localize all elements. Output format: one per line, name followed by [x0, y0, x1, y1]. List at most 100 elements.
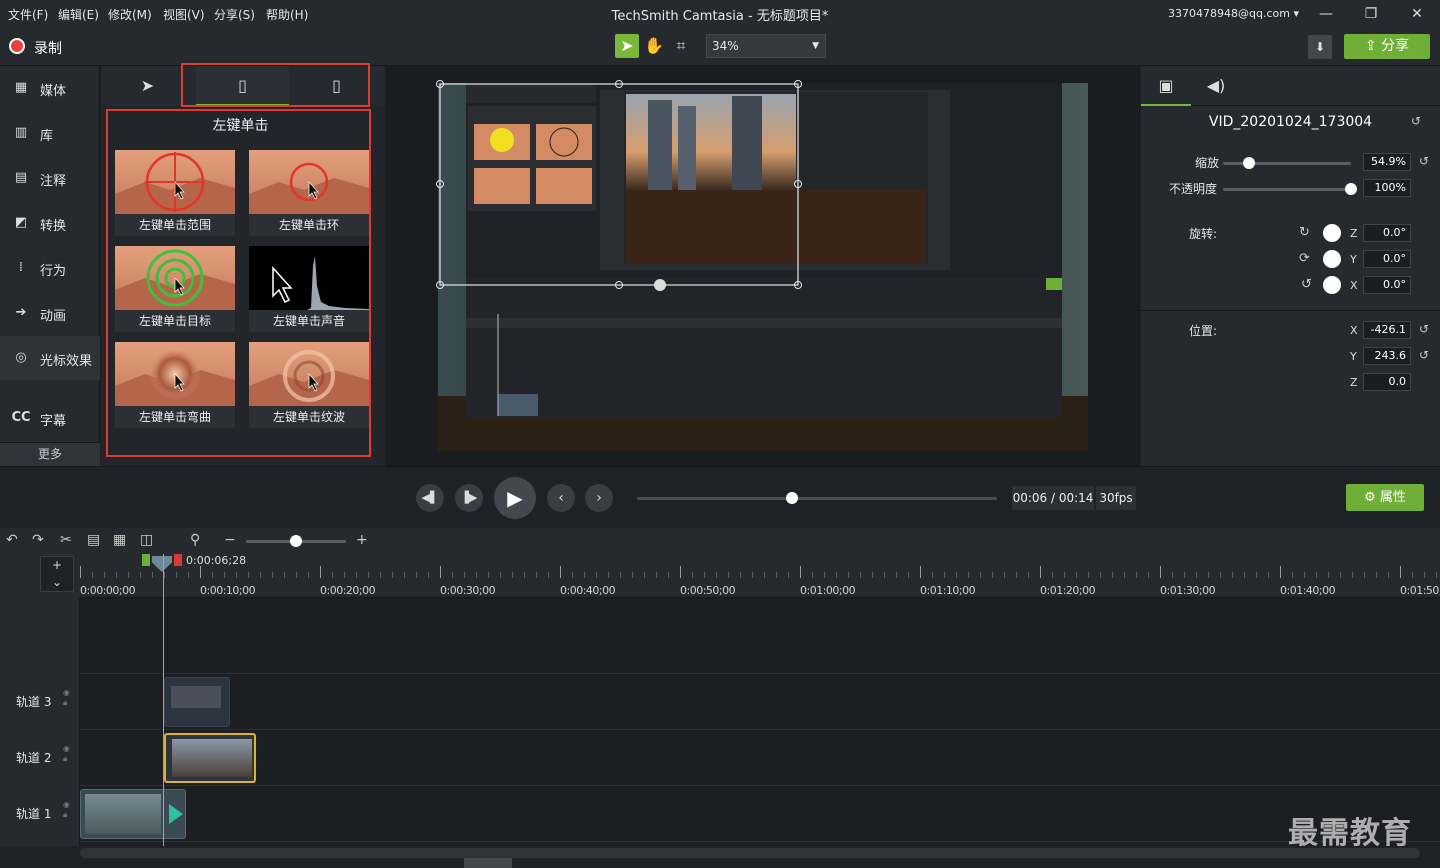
animation-icon: ➔ [15, 305, 27, 320]
sidebar-item-captions[interactable]: CC 字幕 [0, 396, 100, 440]
track-row-2[interactable] [80, 730, 1440, 786]
scrollbar-track[interactable] [80, 848, 1420, 858]
track-add-stepper[interactable]: + ⌄ [40, 556, 74, 592]
select-tool-button[interactable]: ➤ [615, 34, 639, 58]
sidebar-item-label: 转换 [40, 219, 67, 234]
opacity-input[interactable]: 100% [1363, 179, 1411, 197]
record-button[interactable]: 录制 [34, 38, 62, 58]
split-button[interactable]: ◫ [140, 532, 153, 548]
position-z-input[interactable]: 0.0 [1363, 373, 1411, 391]
effect-left-click-warp[interactable]: 左键单击弯曲 [115, 342, 235, 428]
reset-position-y-button[interactable]: ↺ [1419, 348, 1429, 362]
chevron-down-icon: ⌄ [51, 575, 63, 589]
rotate-x-knob[interactable] [1323, 276, 1341, 294]
effect-left-click-sound[interactable]: 左键单击声音 [249, 246, 369, 332]
reset-position-x-button[interactable]: ↺ [1419, 322, 1429, 336]
scrub-slider-knob[interactable] [785, 492, 798, 504]
position-x-input[interactable]: -426.1 [1363, 321, 1411, 339]
sidebar-item-label: 注释 [40, 174, 67, 189]
copy-button[interactable]: ▤ [87, 532, 100, 548]
close-button[interactable]: ✕ [1407, 4, 1427, 24]
sidebar-item-label: 库 [40, 129, 54, 144]
scale-input[interactable]: 54.9% [1363, 153, 1411, 171]
more-button[interactable]: 更多 [0, 442, 100, 466]
sidebar-item-cursor-effects[interactable]: ◎ 光标效果 [0, 336, 100, 380]
effect-left-click-ripple[interactable]: 左键单击纹波 [249, 342, 369, 428]
rotation-z-input[interactable]: 0.0° [1363, 224, 1411, 242]
effect-thumbnail [249, 246, 369, 310]
media-clip[interactable] [80, 789, 186, 839]
menu-edit[interactable]: 编辑(E) [58, 6, 99, 23]
share-button[interactable]: ⇪ 分享 [1344, 34, 1430, 59]
scale-slider-knob[interactable] [1242, 157, 1255, 169]
menu-file[interactable]: 文件(F) [8, 6, 48, 23]
paste-button[interactable]: ▦ [113, 532, 126, 548]
sidebar-item-library[interactable]: ▥ 库 [0, 111, 100, 155]
eye-icon[interactable]: ◉ 🔒︎ [63, 800, 70, 820]
scrollbar-thumb[interactable] [464, 858, 512, 868]
opacity-slider-track[interactable] [1223, 188, 1351, 191]
track-row-3[interactable] [80, 674, 1440, 730]
reset-scale-button[interactable]: ↺ [1419, 154, 1429, 168]
previous-marker-button[interactable]: ‹ [547, 484, 575, 512]
timeline-zoom-knob[interactable] [290, 535, 302, 547]
tab-visual-properties[interactable]: ▣ [1141, 66, 1191, 106]
zoom-in-button[interactable]: + [356, 532, 368, 548]
rotate-z-knob[interactable] [1323, 224, 1341, 242]
account-menu[interactable]: 3370478948@qq.com ▾ [1168, 7, 1299, 20]
timeline-scrollbar[interactable] [80, 846, 1440, 868]
rotation-y-input[interactable]: 0.0° [1363, 250, 1411, 268]
preview-canvas[interactable] [386, 66, 1140, 466]
effect-left-click-scope[interactable]: 左键单击范围 [115, 150, 235, 236]
step-back-button[interactable]: ◀▌ [416, 484, 444, 512]
track-row-empty[interactable] [80, 618, 1440, 674]
restore-button[interactable]: ❐ [1361, 4, 1381, 24]
step-back-icon: ◀▌ [421, 491, 439, 504]
menu-modify[interactable]: 修改(M) [108, 6, 152, 23]
rotate-y-knob[interactable] [1323, 250, 1341, 268]
play-button[interactable]: ▶ [494, 477, 536, 519]
export-button[interactable]: ⬇ [1308, 35, 1332, 59]
chevron-left-icon: ‹ [558, 490, 564, 506]
reset-all-button[interactable]: ↺ [1411, 114, 1421, 128]
cut-button[interactable]: ✂ [60, 532, 72, 548]
minimize-button[interactable]: — [1316, 4, 1336, 24]
crop-tool-button[interactable]: ⌗ [669, 34, 693, 58]
sidebar-item-behaviors[interactable]: ⁞ 行为 [0, 246, 100, 290]
menu-help[interactable]: 帮助(H) [266, 6, 308, 23]
track-row-1[interactable] [80, 786, 1440, 842]
timeline-ruler[interactable]: 0:00:00;00 0:00:10;00 0:00:20;00 0:00:30;00… [80, 554, 1440, 598]
sidebar-item-annotations[interactable]: ▤ 注释 [0, 156, 100, 200]
menu-view[interactable]: 视图(V) [163, 6, 205, 23]
effect-left-click-target[interactable]: 左键单击目标 [115, 246, 235, 332]
copy-icon: ▤ [87, 532, 101, 548]
sidebar-item-animations[interactable]: ➔ 动画 [0, 291, 100, 335]
step-forward-button[interactable]: ▐▶ [455, 484, 483, 512]
ruler-tick-label: 0:01:50;00 [1400, 584, 1440, 597]
zoom-out-button[interactable]: − [224, 532, 236, 548]
zoom-select[interactable]: 34% ▼ [706, 34, 826, 58]
effects-grid: 左键单击 左键单击范围 左键单击环 左键单击目标 左键单击声音 左键单击弯曲 左… [106, 109, 371, 457]
sidebar-item-media[interactable]: ▦ 媒体 [0, 66, 100, 110]
scrub-slider-track[interactable] [637, 497, 997, 500]
redo-button[interactable]: ↷ [32, 532, 44, 548]
position-y-input[interactable]: 243.6 [1363, 347, 1411, 365]
effect-thumbnail [115, 342, 235, 406]
sidebar-item-transitions[interactable]: ◩ 转换 [0, 201, 100, 245]
opacity-slider-knob[interactable] [1345, 183, 1357, 195]
record-icon[interactable] [9, 38, 25, 54]
eye-icon[interactable]: ◉ 🔒︎ [63, 688, 70, 708]
media-clip[interactable] [164, 677, 230, 727]
playhead-time: 0:00:06;28 [186, 554, 247, 567]
next-marker-button[interactable]: › [585, 484, 613, 512]
eye-icon[interactable]: ◉ 🔒︎ [63, 744, 70, 764]
menu-share[interactable]: 分享(S) [214, 6, 255, 23]
properties-toggle-button[interactable]: ⚙ 属性 [1346, 484, 1424, 511]
timeline-tracks[interactable] [80, 554, 1440, 846]
media-clip-selected[interactable] [164, 733, 256, 783]
tab-audio-properties[interactable]: ◀) [1191, 66, 1241, 106]
undo-button[interactable]: ↶ [6, 532, 18, 548]
effect-left-click-ring[interactable]: 左键单击环 [249, 150, 369, 236]
rotation-x-input[interactable]: 0.0° [1363, 276, 1411, 294]
pan-tool-button[interactable]: ✋ [642, 34, 666, 58]
